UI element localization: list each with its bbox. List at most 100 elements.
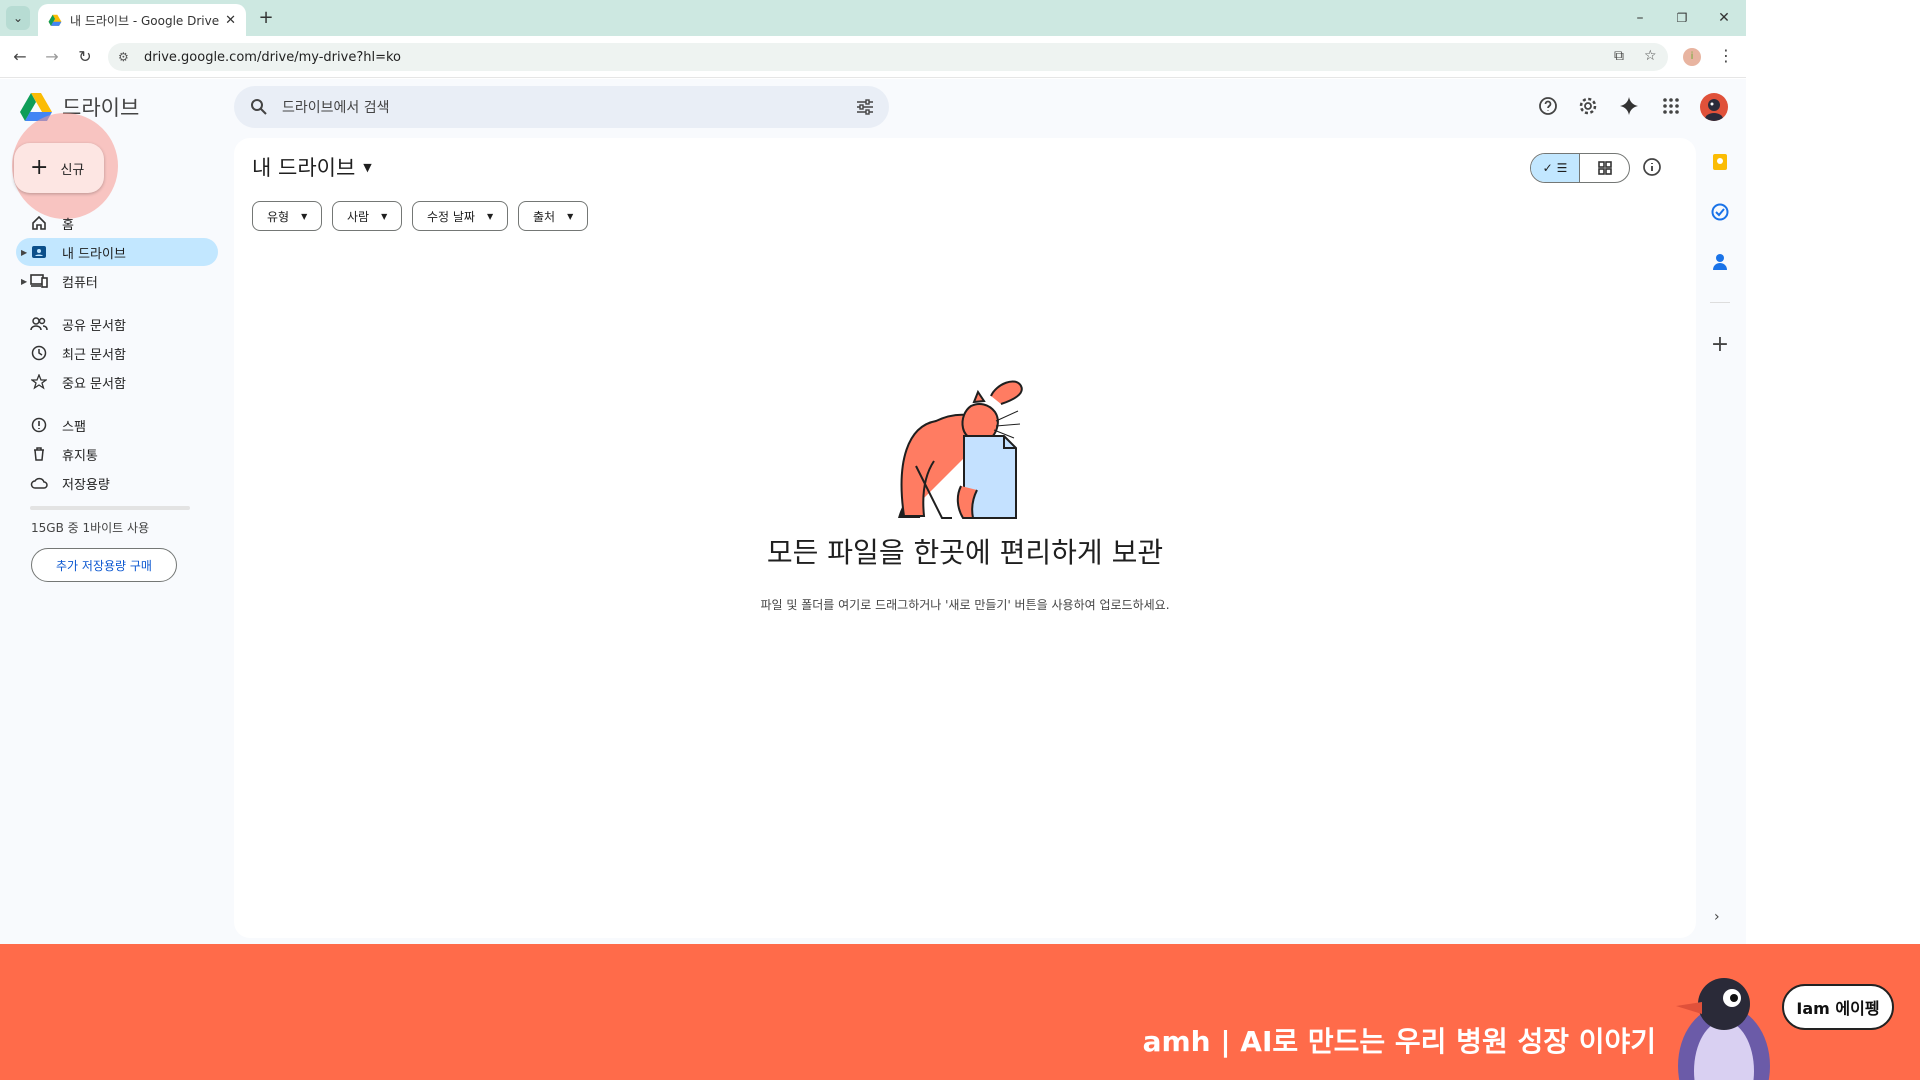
storage-usage-text: 15GB 중 1바이트 사용 bbox=[31, 521, 150, 535]
bookmark-star-icon[interactable]: ☆ bbox=[1644, 48, 1657, 64]
gemini-sparkle-icon[interactable] bbox=[1616, 93, 1642, 119]
caret-down-icon: ▼ bbox=[363, 160, 372, 174]
spam-icon bbox=[30, 416, 48, 434]
page-title-text: 내 드라이브 bbox=[252, 156, 356, 180]
sidebar-item-home[interactable]: 홈 bbox=[16, 209, 218, 237]
chevron-down-icon: ⌄ bbox=[12, 11, 24, 25]
filter-chip-type[interactable]: 유형 ▼ bbox=[252, 201, 323, 231]
url-text: drive.google.com/drive/my-drive?hl=ko bbox=[144, 49, 401, 65]
list-view-button[interactable]: ✓ ☰ bbox=[1531, 154, 1581, 182]
check-icon: ✓ bbox=[1542, 161, 1553, 175]
browser-tab[interactable]: 내 드라이브 - Google Drive ✕ bbox=[38, 4, 246, 36]
sidebar-item-shared[interactable]: 공유 문서함 bbox=[16, 310, 218, 338]
chevron-right-icon[interactable]: › bbox=[1714, 909, 1720, 925]
my-drive-icon bbox=[30, 243, 48, 261]
site-info-icon[interactable]: ⚙ bbox=[118, 50, 134, 64]
buy-storage-button[interactable]: 추가 저장용량 구매 bbox=[31, 548, 177, 582]
apps-grid-icon[interactable] bbox=[1658, 93, 1684, 119]
expand-arrow-icon[interactable]: ▶ bbox=[21, 248, 27, 257]
close-tab-icon[interactable]: ✕ bbox=[225, 13, 236, 28]
storage-progress-bar bbox=[30, 506, 190, 510]
close-window-button[interactable]: ✕ bbox=[1714, 8, 1734, 28]
contacts-icon[interactable] bbox=[1709, 251, 1731, 273]
filter-chip-people[interactable]: 사람 ▼ bbox=[332, 201, 403, 231]
penguin-mascot-icon bbox=[1676, 978, 1770, 1080]
filter-chip-label: 수정 날짜 bbox=[427, 209, 475, 224]
trash-icon bbox=[30, 445, 48, 463]
caret-down-icon: ▼ bbox=[301, 211, 308, 221]
sidebar-item-label: 휴지통 bbox=[62, 448, 98, 464]
address-bar[interactable]: ⚙ drive.google.com/drive/my-drive?hl=ko … bbox=[108, 43, 1668, 71]
new-tab-button[interactable]: + bbox=[256, 8, 276, 28]
tab-search-button[interactable]: ⌄ bbox=[6, 6, 30, 30]
side-panel-divider bbox=[1710, 302, 1730, 303]
drive-app: 드라이브 + 신규 홈 ▶ 내 드라이브 ▶ 컴퓨터 공유 문서함 최근 문서함… bbox=[0, 79, 1746, 944]
empty-state-cat-illustration bbox=[898, 380, 1023, 519]
new-button[interactable]: + 신규 bbox=[14, 143, 104, 193]
filter-chip-label: 유형 bbox=[267, 209, 290, 224]
main-content: 내 드라이브 ▼ ✓ ☰ 유형 ▼ 사람 ▼ 수정 날짜 ▼ 출처 ▼ 모든 파… bbox=[234, 138, 1696, 938]
keep-icon[interactable] bbox=[1709, 151, 1731, 173]
restore-button[interactable]: ❐ bbox=[1672, 8, 1692, 28]
search-icon[interactable] bbox=[250, 98, 268, 116]
star-icon bbox=[30, 373, 48, 391]
browser-menu-icon[interactable]: ⋮ bbox=[1718, 46, 1734, 65]
settings-gear-icon[interactable] bbox=[1575, 93, 1601, 119]
sidebar-item-label: 공유 문서함 bbox=[62, 318, 126, 334]
shared-icon bbox=[30, 315, 48, 333]
sidebar-item-trash[interactable]: 휴지통 bbox=[16, 440, 218, 468]
speech-bubble: Iam 에이펭 bbox=[1782, 984, 1894, 1030]
forward-button[interactable]: → bbox=[42, 47, 62, 67]
grid-icon bbox=[1597, 161, 1612, 175]
search-bar[interactable]: 드라이브에서 검색 bbox=[234, 86, 889, 128]
background-strip bbox=[1746, 0, 1920, 944]
sidebar-item-label: 홈 bbox=[62, 217, 74, 233]
browser-toolbar: ← → ↻ ⚙ drive.google.com/drive/my-drive?… bbox=[0, 36, 1746, 78]
help-icon[interactable] bbox=[1535, 93, 1561, 119]
sidebar-item-label: 최근 문서함 bbox=[62, 347, 126, 363]
filter-chip-modified[interactable]: 수정 날짜 ▼ bbox=[412, 201, 509, 231]
install-app-icon[interactable]: ⧉ bbox=[1614, 48, 1624, 64]
clock-icon bbox=[30, 344, 48, 362]
banner-title: amh | AI로 만드는 우리 병원 성장 이야기 bbox=[1142, 1025, 1656, 1058]
sidebar-item-starred[interactable]: 중요 문서함 bbox=[16, 368, 218, 396]
sidebar-item-recent[interactable]: 최근 문서함 bbox=[16, 339, 218, 367]
add-addon-icon[interactable]: + bbox=[1709, 332, 1731, 357]
home-icon bbox=[30, 214, 48, 232]
sidebar-item-my-drive[interactable]: ▶ 내 드라이브 bbox=[16, 238, 218, 266]
minimize-button[interactable]: – bbox=[1630, 8, 1650, 28]
sidebar-item-label: 컴퓨터 bbox=[62, 275, 98, 291]
grid-view-button[interactable] bbox=[1580, 154, 1629, 182]
expand-arrow-icon[interactable]: ▶ bbox=[21, 277, 27, 286]
filter-chip-source[interactable]: 출처 ▼ bbox=[518, 201, 589, 231]
extension-icon[interactable]: i bbox=[1683, 48, 1701, 66]
list-icon: ☰ bbox=[1556, 161, 1568, 175]
cloud-icon bbox=[30, 474, 48, 492]
computer-icon bbox=[30, 272, 48, 290]
caret-down-icon: ▼ bbox=[486, 211, 494, 221]
search-options-icon[interactable] bbox=[855, 97, 875, 121]
info-icon[interactable] bbox=[1642, 157, 1662, 181]
sidebar-item-label: 내 드라이브 bbox=[62, 246, 126, 262]
empty-state-subtitle: 파일 및 폴더를 여기로 드래그하거나 '새로 만들기' 버튼을 사용하여 업로… bbox=[760, 598, 1170, 612]
search-input[interactable]: 드라이브에서 검색 bbox=[282, 97, 390, 117]
caret-down-icon: ▼ bbox=[567, 211, 574, 221]
empty-state-title: 모든 파일을 한곳에 편리하게 보관 bbox=[766, 536, 1164, 569]
browser-tab-bar: ⌄ 내 드라이브 - Google Drive ✕ + – ❐ ✕ bbox=[0, 0, 1746, 36]
page-title[interactable]: 내 드라이브 ▼ bbox=[252, 152, 372, 182]
tab-title: 내 드라이브 - Google Drive bbox=[70, 13, 220, 28]
avatar[interactable] bbox=[1700, 93, 1728, 121]
reload-button[interactable]: ↻ bbox=[75, 47, 95, 67]
back-button[interactable]: ← bbox=[10, 47, 30, 67]
sidebar-item-storage[interactable]: 저장용량 bbox=[16, 469, 218, 497]
caret-down-icon: ▼ bbox=[381, 211, 388, 221]
sidebar-item-spam[interactable]: 스팸 bbox=[16, 411, 218, 439]
filter-chip-label: 사람 bbox=[347, 209, 370, 224]
new-button-label: 신규 bbox=[60, 162, 85, 178]
filter-chip-label: 출처 bbox=[533, 209, 556, 224]
view-toggle: ✓ ☰ bbox=[1530, 153, 1630, 183]
tasks-icon[interactable] bbox=[1709, 201, 1731, 223]
sidebar-item-computers[interactable]: ▶ 컴퓨터 bbox=[16, 267, 218, 295]
sidebar-item-label: 스팸 bbox=[62, 419, 86, 435]
video-banner: amh | AI로 만드는 우리 병원 성장 이야기 Iam 에이펭 bbox=[0, 944, 1920, 1080]
